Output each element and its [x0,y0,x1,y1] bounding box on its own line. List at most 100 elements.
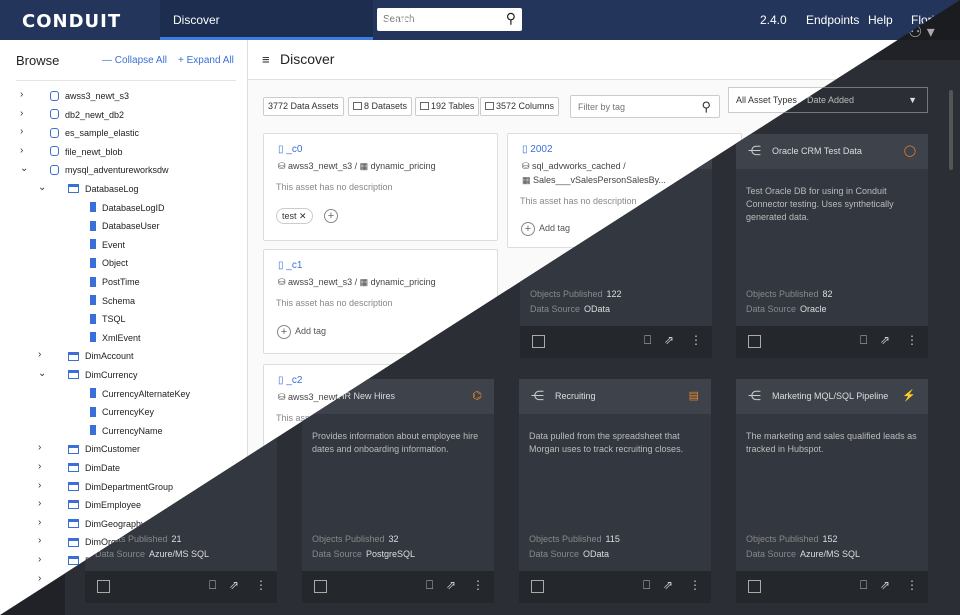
tree-item[interactable]: DimCurrency [68,366,138,384]
collapse-all-button[interactable]: — Collapse All [102,55,167,66]
tree-item[interactable]: DatabaseLogID [90,199,165,217]
tree-item-label[interactable]: DimDepartmentGroup [85,482,173,492]
bookmark-icon[interactable]: ⎕ [209,578,216,593]
more-icon[interactable]: ⋮ [472,578,484,592]
share-icon[interactable]: ⇗ [664,333,674,347]
tree-item-label[interactable]: CurrencyKey [102,407,154,417]
chevron-right-icon[interactable]: › [38,480,41,491]
search-icon[interactable]: ⚲ [701,99,711,115]
chevron-right-icon[interactable]: › [20,145,23,156]
asset-title-text[interactable]: _c0 [286,144,302,155]
chevron-down-icon[interactable]: ⌄ [38,182,46,193]
chevron-right-icon[interactable]: › [38,349,41,360]
tag-chip-label[interactable]: test [282,211,297,221]
add-tag-label[interactable]: Add tag [539,223,570,233]
tree-item[interactable]: DatabaseLog [68,180,139,198]
tree-item-label[interactable]: awss3_newt_s3 [65,91,129,101]
chevron-right-icon[interactable]: › [38,535,41,546]
tree-item[interactable]: file_newt_blob [50,143,123,161]
chevron-right-icon[interactable]: › [38,498,41,509]
stat-columns[interactable]: 3572 Columns [480,97,560,116]
asset-title[interactable]: ▯ _c0 [278,144,302,155]
asset-title-text[interactable]: 2002 [530,144,552,155]
select-checkbox[interactable] [531,580,544,593]
stat-columns-label[interactable]: 3572 Columns [496,101,554,111]
more-icon[interactable]: ⋮ [906,578,918,592]
add-tag-button[interactable]: + [277,325,291,339]
tree-item[interactable]: awss3_newt_s3 [50,87,129,105]
filter-by-tag[interactable]: ⚲ [570,95,720,118]
tree-item-label[interactable]: DimAccount [85,351,134,361]
share-icon[interactable]: ⇗ [880,578,890,592]
select-checkbox[interactable] [748,580,761,593]
chevron-right-icon[interactable]: › [38,517,41,528]
dataset-card[interactable]: ⋲ Oracle CRM Test Data ◯ Test Oracle DB for… [736,134,928,358]
tree-item-label[interactable]: CurrencyAlternateKey [102,389,190,399]
menu-collapse-icon[interactable]: ≡ [262,52,270,67]
stat-data-assets[interactable]: 3772 Data Assets [263,97,344,116]
asset-title-text[interactable]: _c1 [286,260,302,271]
select-checkbox[interactable] [314,580,327,593]
tree-item[interactable]: XmlEvent [90,329,141,347]
search-icon[interactable]: ⚲ [506,10,516,27]
stat-datasets[interactable]: 8 Datasets [348,97,413,116]
tree-item-label[interactable]: TSQL [102,314,126,324]
nav-discover-label[interactable]: Discover [173,13,220,27]
nav-help[interactable]: Help [868,13,893,27]
tree-item[interactable]: CurrencyKey [90,403,154,421]
tree-item[interactable]: DimDate [68,459,120,477]
tree-item[interactable]: Schema [90,292,135,310]
filter-tag-input[interactable] [571,96,691,117]
more-icon[interactable]: ⋮ [906,333,918,347]
tree-item-label[interactable]: DimEmployee [85,500,141,510]
tree-item-label[interactable]: DatabaseLog [85,184,139,194]
tree-item[interactable]: DimEmployee [68,496,141,514]
add-tag-label[interactable]: Add tag [295,326,326,336]
nav-query[interactable]: Query [387,13,420,27]
share-icon[interactable]: ⇗ [663,578,673,592]
bookmark-icon[interactable]: ⎕ [860,333,867,348]
tree-item-label[interactable]: CurrencyName [102,426,163,436]
chevron-down-icon[interactable]: ⌄ [38,368,46,379]
tree-item[interactable]: CurrencyName [90,422,163,440]
bookmark-icon[interactable]: ⎕ [860,578,867,593]
bookmark-icon[interactable]: ⎕ [644,333,651,348]
tree-item[interactable]: CurrencyAlternateKey [90,385,190,403]
dataset-card[interactable]: ⋲ Recruiting ▤ Data pulled from the spreads… [519,379,711,603]
tree-item[interactable]: TSQL [90,310,126,328]
tree-item-label[interactable]: Object [102,258,128,268]
bookmark-icon[interactable]: ⎕ [643,578,650,593]
tree-item-label[interactable]: mysql_adventureworksdw [65,165,169,175]
tree-item-label[interactable]: db2_newt_db2 [65,110,124,120]
more-icon[interactable]: ⋮ [689,578,701,592]
asset-title[interactable]: ▯ 2002 [522,144,553,155]
chevron-right-icon[interactable]: › [20,108,23,119]
stat-datasets-label[interactable]: 8 Datasets [364,101,407,111]
tree-item[interactable]: DatabaseUser [90,217,160,235]
tree-item-label[interactable]: DimDate [85,463,120,473]
stat-tables[interactable]: 192 Tables [415,97,480,116]
chevron-right-icon[interactable]: › [38,573,41,584]
tree-item-label[interactable]: DimGeography [85,519,146,529]
chevron-right-icon[interactable]: › [38,442,41,453]
tree-item[interactable]: db2_newt_db2 [50,106,124,124]
expand-all-label[interactable]: Expand All [187,55,234,66]
sort-select-label[interactable]: Date Added [807,95,854,105]
tag-chip[interactable]: test ✕ [276,208,313,224]
chevron-right-icon[interactable]: › [20,126,23,137]
tree-item-label[interactable]: Event [102,240,125,250]
scrollbar[interactable] [949,90,953,170]
stat-tables-label[interactable]: 192 Tables [431,101,474,111]
asset-title[interactable]: ▯ _c1 [278,260,302,271]
dataset-title[interactable]: Marketing MQL/SQL Pipeline [772,391,888,401]
tree-item-label[interactable]: DatabaseUser [102,221,160,231]
tree-item[interactable]: DimCustomer [68,440,140,458]
asset-title[interactable]: ▯ _c2 [278,375,302,386]
tree-item-label[interactable]: DatabaseLogID [102,203,165,213]
tree-item-label[interactable]: DimCurrency [85,370,138,380]
share-icon[interactable]: ⇗ [880,333,890,347]
select-checkbox[interactable] [748,335,761,348]
tree-item-label[interactable]: XmlEvent [102,333,141,343]
tree-item-label[interactable]: DimCustomer [85,444,140,454]
more-icon[interactable]: ⋮ [690,333,702,347]
